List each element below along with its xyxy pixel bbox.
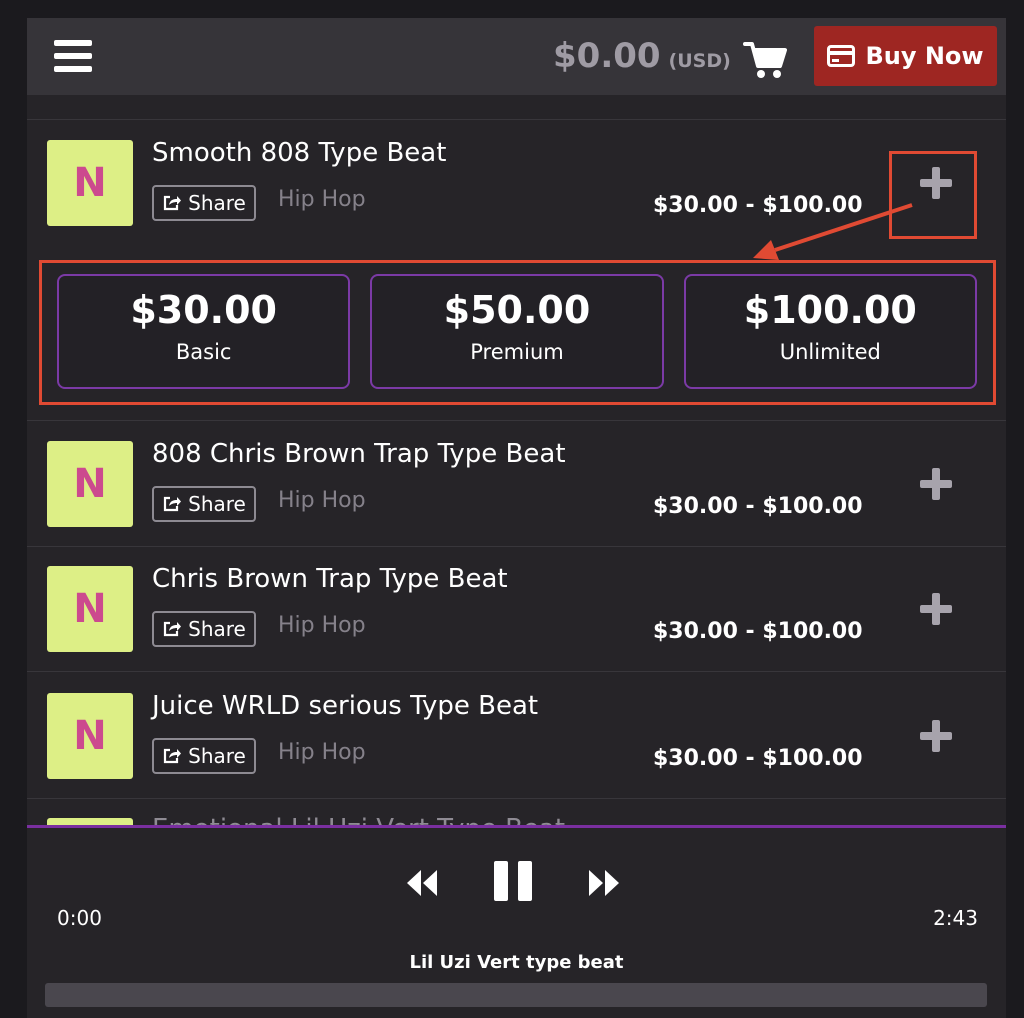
plus-icon[interactable] xyxy=(920,593,952,625)
header-bar: $0.00 (USD) Buy Now xyxy=(27,18,1006,95)
track-row[interactable]: N Chris Brown Trap Type Beat Share Hip H… xyxy=(27,546,1006,672)
price-range: $30.00 - $100.00 xyxy=(653,619,863,644)
row-divider xyxy=(27,671,1006,672)
track-title[interactable]: Chris Brown Trap Type Beat xyxy=(152,564,508,594)
plus-icon[interactable] xyxy=(920,468,952,500)
credit-card-icon xyxy=(827,45,856,67)
cart-total: $0.00 (USD) xyxy=(553,36,731,76)
buy-now-label: Buy Now xyxy=(865,42,984,70)
genre-tag[interactable]: Hip Hop xyxy=(278,740,366,765)
rewind-icon[interactable] xyxy=(405,868,439,898)
share-icon xyxy=(164,621,182,637)
track-thumbnail: N xyxy=(47,566,133,652)
cart-icon[interactable] xyxy=(743,40,787,80)
price-range: $30.00 - $100.00 xyxy=(653,746,863,771)
total-time: 2:43 xyxy=(933,906,978,930)
annotation-box-licenses xyxy=(39,260,996,405)
share-icon xyxy=(164,496,182,512)
share-label: Share xyxy=(188,492,246,516)
share-button[interactable]: Share xyxy=(152,611,256,647)
track-title[interactable]: Smooth 808 Type Beat xyxy=(152,138,446,168)
track-row[interactable]: N 808 Chris Brown Trap Type Beat Share H… xyxy=(27,420,1006,547)
share-label: Share xyxy=(188,191,246,215)
track-thumbnail-partial xyxy=(47,818,133,825)
hamburger-icon[interactable] xyxy=(54,40,92,72)
genre-tag[interactable]: Hip Hop xyxy=(278,187,366,212)
annotation-box-plus xyxy=(889,151,977,239)
row-divider xyxy=(27,798,1006,799)
share-label: Share xyxy=(188,744,246,768)
beat-store-widget: $0.00 (USD) Buy Now N Smooth 808 Type Be… xyxy=(27,18,1006,1018)
genre-tag[interactable]: Hip Hop xyxy=(278,613,366,638)
track-thumbnail: N xyxy=(47,140,133,226)
current-time: 0:00 xyxy=(57,906,102,930)
track-title-partial[interactable]: Emotional Lil Uzi Vert Type Beat xyxy=(152,816,565,825)
track-row[interactable]: N Juice WRLD serious Type Beat Share Hip… xyxy=(27,673,1006,799)
now-playing-title: Lil Uzi Vert type beat xyxy=(409,952,624,973)
track-thumbnail: N xyxy=(47,693,133,779)
pause-icon[interactable] xyxy=(493,860,533,902)
share-icon xyxy=(164,195,182,211)
share-button[interactable]: Share xyxy=(152,185,256,221)
progress-bar[interactable] xyxy=(45,983,987,1007)
genre-tag[interactable]: Hip Hop xyxy=(278,488,366,513)
price-range: $30.00 - $100.00 xyxy=(653,494,863,519)
price-range: $30.00 - $100.00 xyxy=(653,193,863,218)
track-title[interactable]: 808 Chris Brown Trap Type Beat xyxy=(152,439,566,469)
cart-total-amount: $0.00 xyxy=(553,36,661,76)
track-thumbnail: N xyxy=(47,441,133,527)
fast-forward-icon[interactable] xyxy=(587,868,621,898)
audio-player: 0:00 2:43 Lil Uzi Vert type beat xyxy=(27,828,1006,1018)
share-icon xyxy=(164,748,182,764)
track-row[interactable]: N Smooth 808 Type Beat Share Hip Hop $30… xyxy=(27,120,1006,246)
plus-icon[interactable] xyxy=(920,720,952,752)
cart-currency: (USD) xyxy=(668,50,731,72)
track-title[interactable]: Juice WRLD serious Type Beat xyxy=(152,691,538,721)
share-button[interactable]: Share xyxy=(152,486,256,522)
share-label: Share xyxy=(188,617,246,641)
buy-now-button[interactable]: Buy Now xyxy=(814,26,997,86)
share-button[interactable]: Share xyxy=(152,738,256,774)
